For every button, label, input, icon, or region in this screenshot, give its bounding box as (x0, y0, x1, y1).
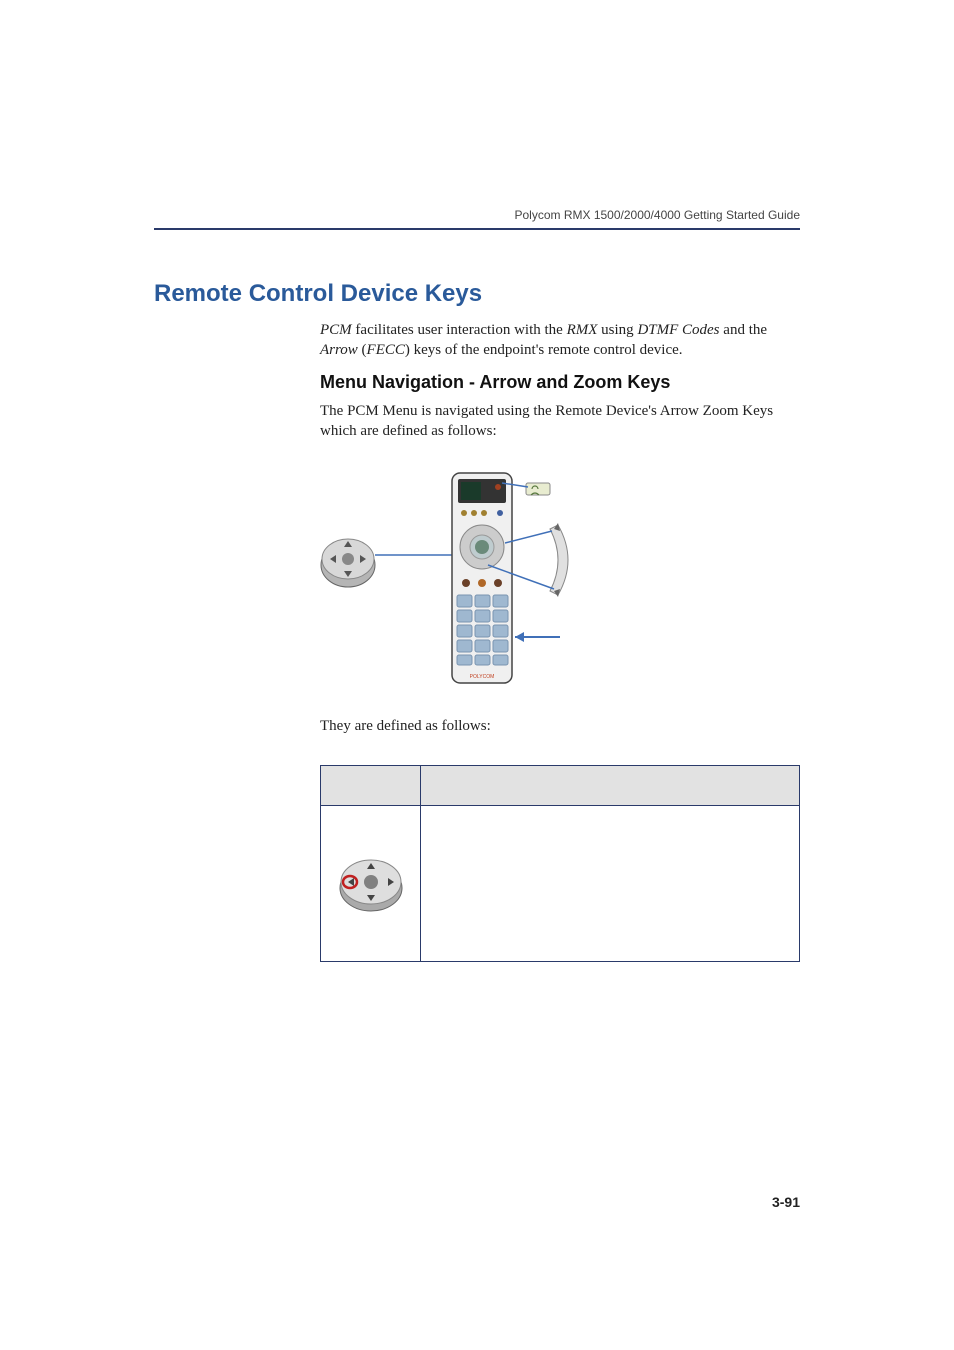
svg-text:POLYCOM: POLYCOM (470, 674, 495, 680)
text: using (597, 322, 637, 338)
dpad-icon (336, 856, 406, 912)
text: is navigated using the (418, 403, 556, 419)
keys-table (320, 765, 800, 962)
text: and the (720, 322, 767, 338)
page-number: 3-91 (772, 1194, 800, 1210)
heading-menu-navigation: Menu Navigation - Arrow and Zoom Keys (320, 372, 670, 393)
italic-arrow-zoom: Remote Device's Arrow Zoom Keys (555, 403, 773, 419)
table-row (321, 806, 799, 961)
table-cell-desc (421, 806, 799, 961)
heading-remote-control: Remote Control Device Keys (154, 280, 482, 308)
italic-pcm: PCM (320, 322, 352, 338)
paragraph-menu-nav: The PCM Menu is navigated using the Remo… (320, 401, 800, 442)
table-header-desc-col (421, 766, 799, 805)
header-divider (154, 228, 800, 230)
italic-arrow: Arrow (320, 342, 358, 358)
text: The (320, 403, 347, 419)
text: which are defined as follows: (320, 423, 497, 439)
remote-body: POLYCOM (452, 473, 512, 683)
text: facilitates user interaction with the (352, 322, 567, 338)
header-doc-title: Polycom RMX 1500/2000/4000 Getting Start… (514, 208, 800, 222)
paragraph-pcm-intro: PCM facilitates user interaction with th… (320, 320, 800, 361)
italic-fecc: FECC (367, 342, 405, 358)
italic-rmx: RMX (567, 322, 598, 338)
dpad-left-group (321, 539, 375, 587)
italic-pcm-menu: PCM Menu (347, 403, 417, 419)
text: ) keys of the endpoint's remote control … (405, 342, 683, 358)
table-header-icon-col (321, 766, 421, 805)
paragraph-defined: They are defined as follows: (320, 716, 800, 736)
zoom-rocker (550, 523, 568, 597)
remote-diagram: POLYCOM (320, 465, 580, 695)
table-header-row (321, 766, 799, 806)
text: ( (358, 342, 367, 358)
italic-dtmf: DTMF Codes (637, 322, 719, 338)
table-cell-icon (321, 806, 421, 961)
